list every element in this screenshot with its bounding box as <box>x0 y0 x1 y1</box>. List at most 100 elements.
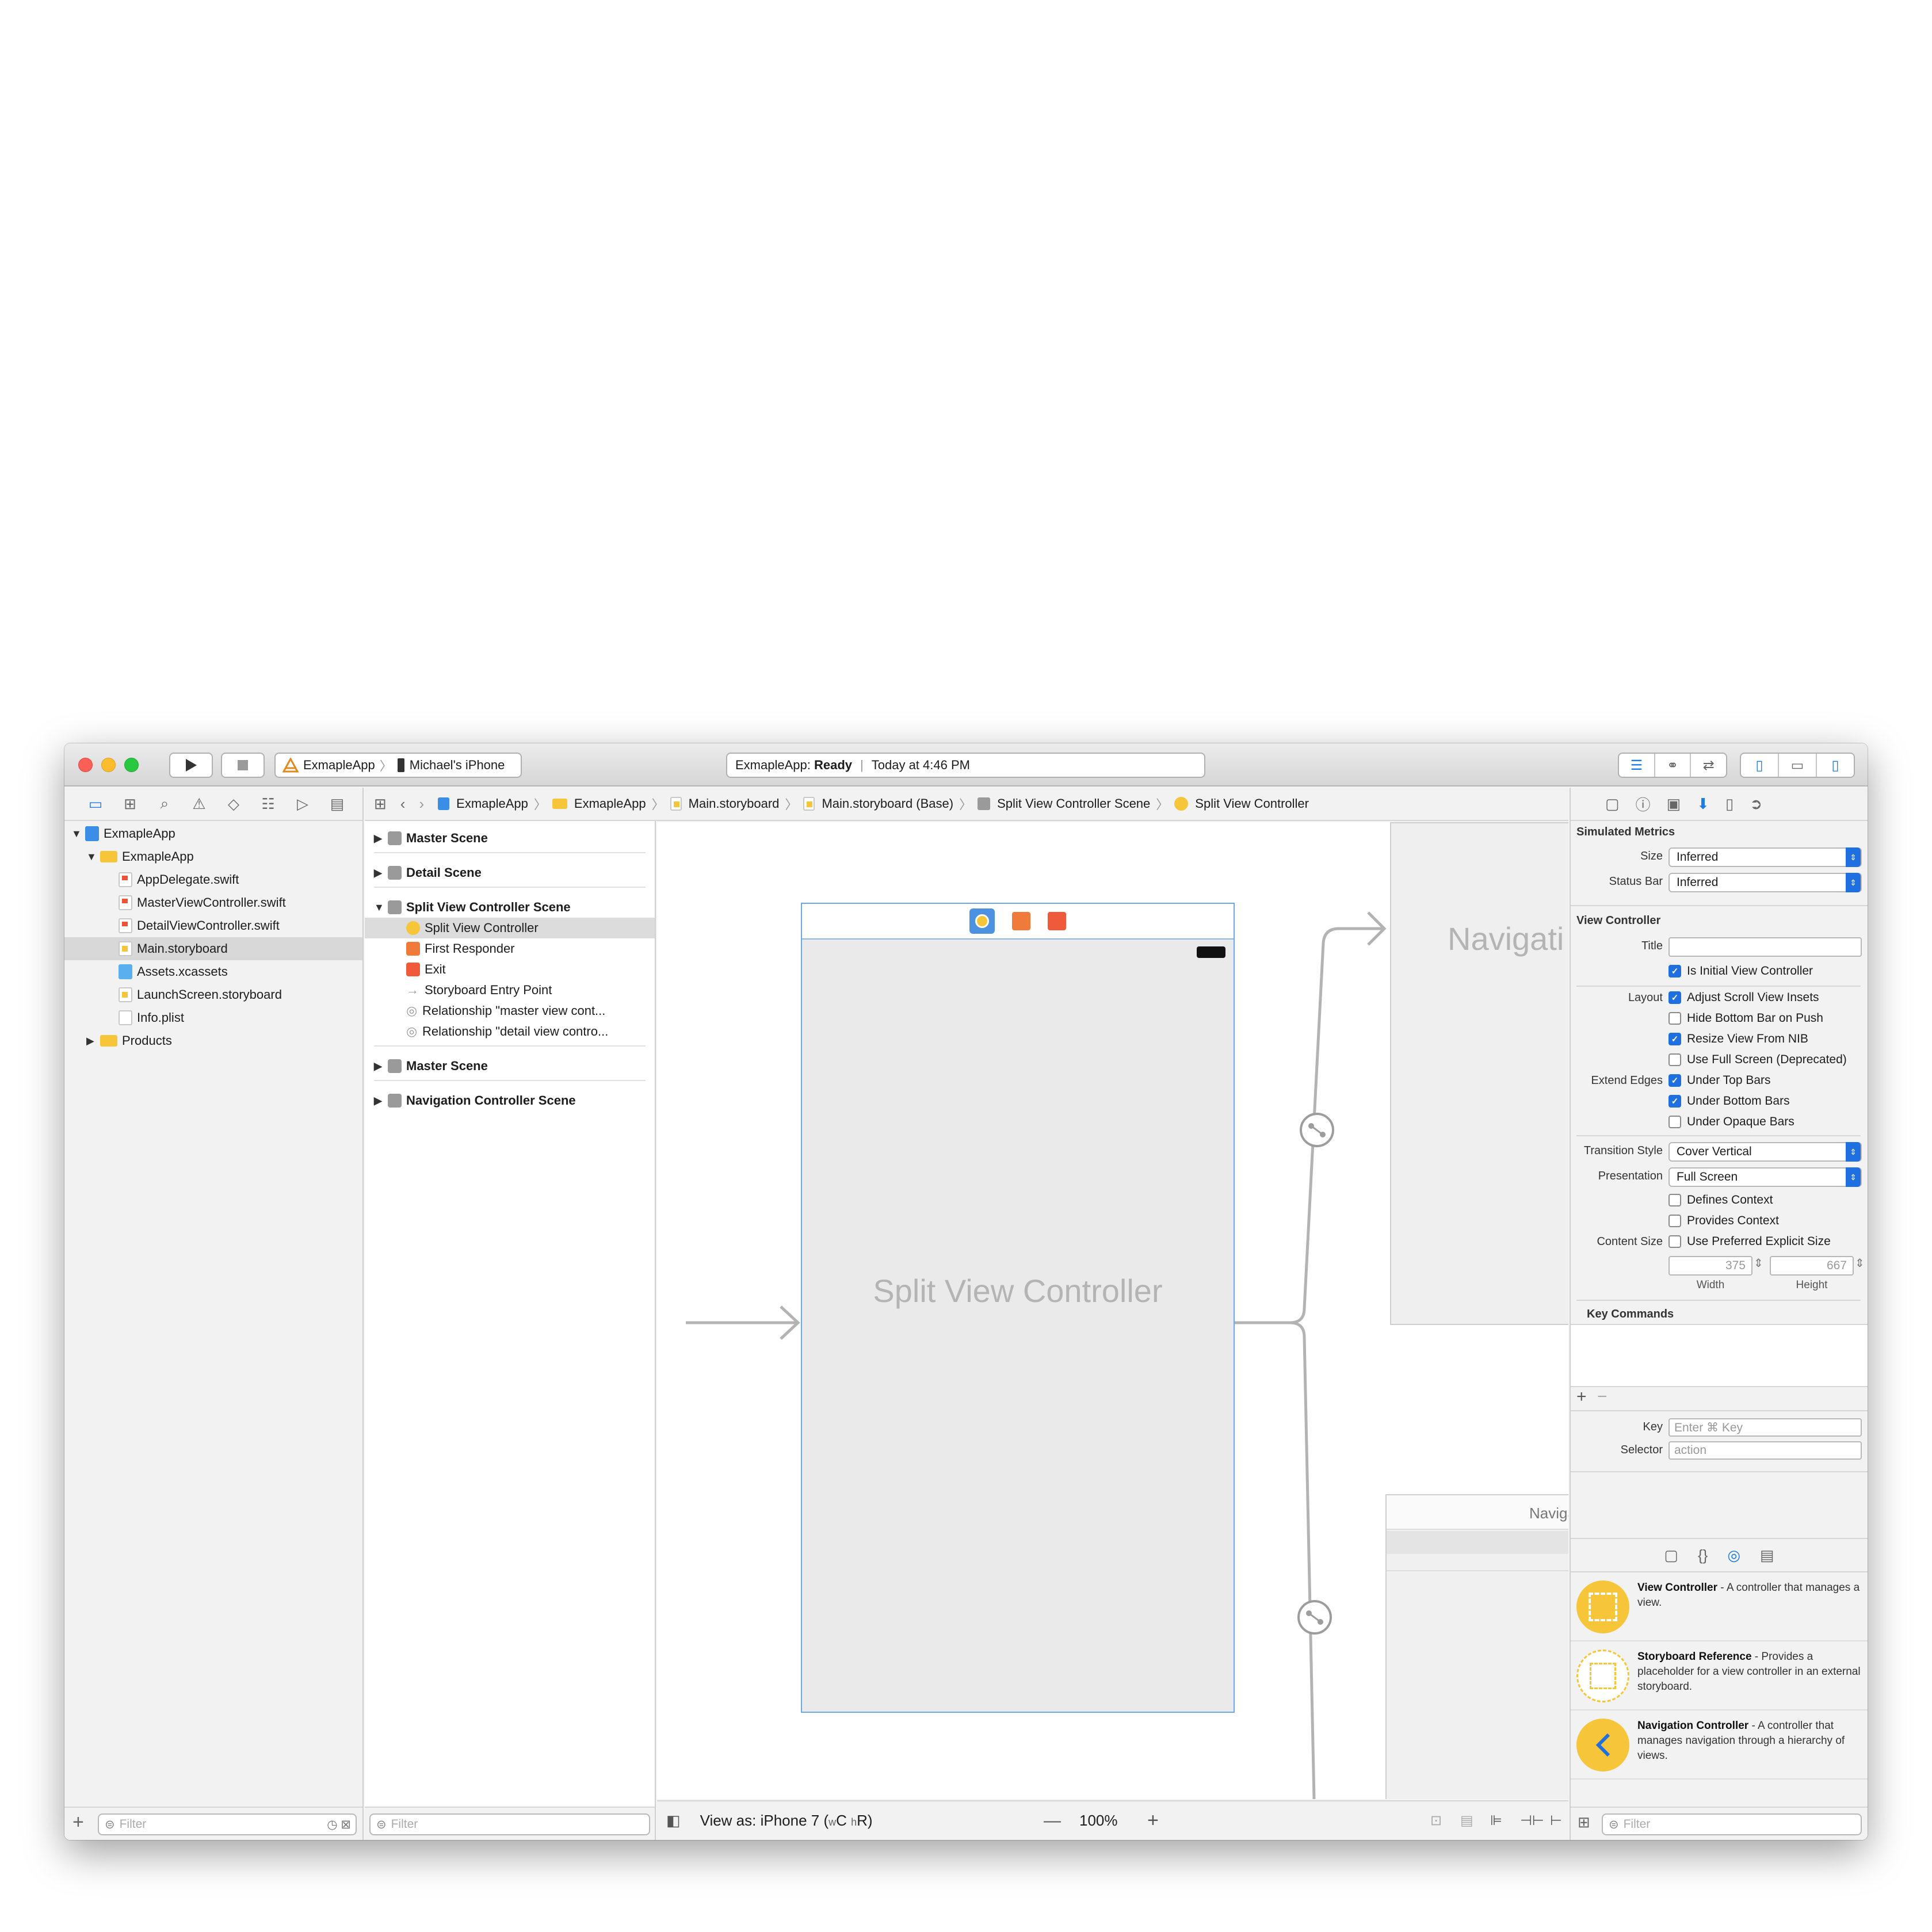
grid-view-icon[interactable]: ⊞ <box>1578 1813 1590 1831</box>
library-item-storyboard-reference[interactable]: Storyboard Reference - Provides a placeh… <box>1571 1643 1868 1710</box>
document-outline-toggle-icon[interactable]: ◧ <box>666 1812 681 1830</box>
outline-item-relationship-master[interactable]: ◎ Relationship "master view cont... <box>365 1001 655 1021</box>
align-icon[interactable]: ⊫ <box>1490 1812 1502 1829</box>
presentation-popup[interactable]: Full Screen ⇕ <box>1668 1167 1862 1187</box>
add-constraints-icon[interactable]: ⊣⊢ <box>1520 1812 1544 1829</box>
close-window-button[interactable] <box>78 758 93 772</box>
attributes-inspector-icon[interactable]: ⬇ <box>1697 795 1709 813</box>
tree-item-infoplist[interactable]: Info.plist <box>64 1006 362 1029</box>
first-responder-dock-icon[interactable] <box>1012 912 1030 930</box>
defines-context-checkbox[interactable]: Defines Context <box>1668 1192 1773 1209</box>
assistant-editor-icon[interactable]: ⚭ <box>1655 754 1692 777</box>
run-button[interactable] <box>169 753 213 778</box>
update-frames-icon[interactable]: ⊡ <box>1430 1812 1442 1829</box>
utilities-toggle-icon[interactable]: ▯ <box>1817 754 1854 777</box>
jump-bar-item[interactable]: Main.storyboard <box>689 796 780 811</box>
title-field[interactable] <box>1668 937 1862 957</box>
initial-vc-checkbox[interactable]: ✓ Is Initial View Controller <box>1668 963 1813 980</box>
outline-scene-master-2[interactable]: ▶ Master Scene <box>365 1056 655 1076</box>
provides-context-checkbox[interactable]: Provides Context <box>1668 1212 1779 1230</box>
add-icon[interactable]: + <box>72 1811 84 1834</box>
minimize-window-button[interactable] <box>101 758 116 772</box>
resolve-layout-icon[interactable]: ⊢ <box>1550 1812 1562 1829</box>
tree-item-project[interactable]: ▼ ExmapleApp <box>64 822 362 845</box>
height-field[interactable]: 667 <box>1770 1256 1854 1276</box>
navigator-toggle-icon[interactable]: ▯ <box>1741 754 1779 777</box>
add-icon[interactable]: + <box>1576 1387 1587 1407</box>
outline-scene-detail[interactable]: ▶ Detail Scene <box>365 862 655 883</box>
disclosure-closed-icon[interactable]: ▶ <box>374 1095 388 1107</box>
object-library-icon[interactable]: ◎ <box>1727 1547 1740 1564</box>
under-bottom-bars-checkbox[interactable]: ✓ Under Bottom Bars <box>1668 1093 1790 1110</box>
preferred-explicit-size-checkbox[interactable]: Use Preferred Explicit Size <box>1668 1233 1831 1250</box>
version-editor-icon[interactable]: ⇄ <box>1691 754 1726 777</box>
transition-style-popup[interactable]: Cover Vertical ⇕ <box>1668 1142 1862 1162</box>
outline-scene-split[interactable]: ▼ Split View Controller Scene <box>365 897 655 918</box>
stop-button[interactable] <box>221 753 265 778</box>
breakpoint-navigator-icon[interactable]: ▷ <box>285 795 320 813</box>
disclosure-closed-icon[interactable]: ▶ <box>374 1060 388 1072</box>
tree-item-main-storyboard[interactable]: Main.storyboard <box>64 937 362 960</box>
adjust-scroll-insets-checkbox[interactable]: ✓ Adjust Scroll View Insets <box>1668 989 1819 1006</box>
file-inspector-icon[interactable]: ▢ <box>1605 795 1620 813</box>
zoom-in-icon[interactable]: + <box>1147 1809 1159 1832</box>
project-navigator-icon[interactable]: ▭ <box>78 795 113 813</box>
selector-field[interactable]: action <box>1668 1441 1862 1460</box>
disclosure-open-icon[interactable]: ▼ <box>86 851 100 863</box>
tree-item-launchscreen[interactable]: LaunchScreen.storyboard <box>64 983 362 1006</box>
standard-editor-icon[interactable]: ☰ <box>1619 754 1655 777</box>
tree-item-assets[interactable]: Assets.xcassets <box>64 960 362 983</box>
key-commands-table[interactable] <box>1571 1324 1868 1387</box>
outline-item-entry-point[interactable]: → Storyboard Entry Point <box>365 980 655 1001</box>
zoom-out-icon[interactable]: — <box>1044 1811 1061 1831</box>
exit-dock-icon[interactable] <box>1048 912 1066 930</box>
debug-navigator-icon[interactable]: ☷ <box>251 795 285 813</box>
tree-item-group[interactable]: ▼ ExmapleApp <box>64 845 362 868</box>
issue-navigator-icon[interactable]: ⚠ <box>182 795 216 813</box>
status-bar-popup[interactable]: Inferred ⇕ <box>1668 873 1862 892</box>
height-stepper-icon[interactable]: ⇕ <box>1855 1256 1865 1270</box>
code-snippet-library-icon[interactable]: {} <box>1698 1547 1708 1564</box>
jump-bar-item[interactable]: Split View Controller <box>1195 796 1309 811</box>
jump-bar-item[interactable]: Split View Controller Scene <box>997 796 1150 811</box>
outline-scene-master[interactable]: ▶ Master Scene <box>365 828 655 849</box>
disclosure-open-icon[interactable]: ▼ <box>374 902 388 914</box>
disclosure-closed-icon[interactable]: ▶ <box>374 833 388 845</box>
back-arrow-icon[interactable]: ‹ <box>400 795 406 813</box>
file-template-library-icon[interactable]: ▢ <box>1664 1547 1678 1564</box>
under-top-bars-checkbox[interactable]: ✓ Under Top Bars <box>1668 1072 1771 1089</box>
key-field[interactable]: Enter ⌘ Key <box>1668 1418 1862 1437</box>
size-inspector-icon[interactable]: ▯ <box>1725 795 1734 813</box>
size-popup[interactable]: Inferred ⇕ <box>1668 847 1862 867</box>
remove-icon[interactable]: − <box>1597 1387 1608 1407</box>
related-items-icon[interactable]: ⊞ <box>374 795 387 813</box>
library-item-navigation-controller[interactable]: Navigation Controller - A controller tha… <box>1571 1712 1868 1780</box>
identity-inspector-icon[interactable]: ▣ <box>1667 795 1681 813</box>
jump-bar-item[interactable]: ExmapleApp <box>574 796 646 811</box>
editor-mode-control[interactable]: ☰ ⚭ ⇄ <box>1618 753 1727 778</box>
navigator-filter-input[interactable]: ⊜ Filter ◷ ⊠ <box>98 1813 357 1835</box>
scheme-selector[interactable]: ExmapleApp 〉 Michael's iPhone <box>274 753 522 778</box>
hide-bottom-bar-checkbox[interactable]: Hide Bottom Bar on Push <box>1668 1010 1823 1027</box>
outline-item-relationship-detail[interactable]: ◎ Relationship "detail view contro... <box>365 1021 655 1042</box>
outline-scene-navigation[interactable]: ▶ Navigation Controller Scene <box>365 1090 655 1111</box>
tree-item-detailviewcontroller[interactable]: DetailViewController.swift <box>64 914 362 937</box>
view-as-device[interactable]: View as: iPhone 7 (wC hR) <box>700 1812 873 1830</box>
split-view-controller-scene[interactable]: Split View Controller <box>801 903 1235 1713</box>
library-filter-input[interactable]: ⊜ Filter <box>1602 1813 1862 1835</box>
under-opaque-bars-checkbox[interactable]: Under Opaque Bars <box>1668 1113 1794 1131</box>
view-controller-dock-icon[interactable] <box>969 908 995 934</box>
test-navigator-icon[interactable]: ◇ <box>216 795 251 813</box>
quick-help-icon[interactable]: ⓘ <box>1636 793 1651 815</box>
symbol-navigator-icon[interactable]: ⊞ <box>113 795 147 813</box>
tree-item-products[interactable]: ▶ Products <box>64 1029 362 1052</box>
tree-item-appdelegate[interactable]: AppDelegate.swift <box>64 868 362 891</box>
zoom-window-button[interactable] <box>124 758 139 772</box>
width-field[interactable]: 375 <box>1668 1256 1752 1276</box>
outline-item-exit[interactable]: Exit <box>365 959 655 980</box>
master-scene[interactable]: Naviga <box>1385 1494 1568 1799</box>
width-stepper-icon[interactable]: ⇕ <box>1754 1256 1763 1270</box>
tree-item-masterviewcontroller[interactable]: MasterViewController.swift <box>64 891 362 914</box>
outline-filter-input[interactable]: ⊜ Filter <box>369 1813 650 1835</box>
panel-toggle-control[interactable]: ▯ ▭ ▯ <box>1740 753 1855 778</box>
